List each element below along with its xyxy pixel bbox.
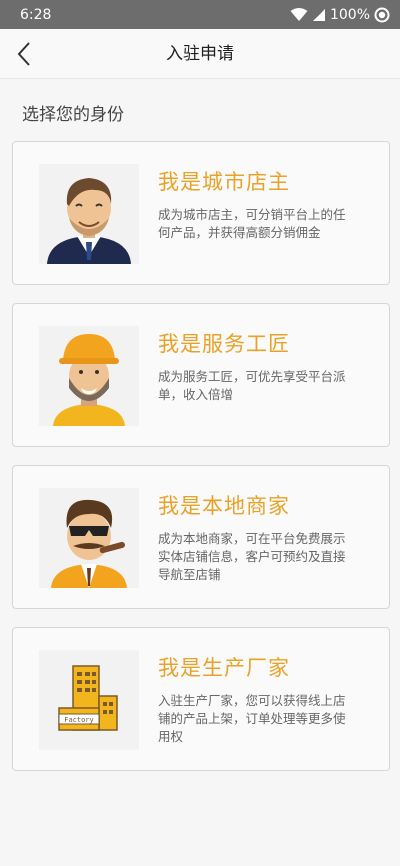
- status-bar: 6:28 100%: [0, 0, 400, 29]
- card-title: 我是生产厂家: [158, 656, 290, 680]
- identity-card-shop-owner[interactable]: 我是城市店主 成为城市店主，可分销平台上的任何产品，并获得高额分销佣金: [12, 141, 390, 285]
- page-title: 入驻申请: [166, 44, 234, 64]
- battery-text: 100%: [329, 6, 370, 23]
- status-icons: 100%: [290, 7, 390, 23]
- card-description: 成为服务工匠，可优先享受平台派单，收入倍增: [158, 369, 346, 402]
- wifi-icon: [290, 7, 308, 21]
- signal-icon: [312, 8, 325, 21]
- factory-icon: Factory: [39, 650, 139, 750]
- card-title: 我是服务工匠: [158, 332, 290, 356]
- factory-sign-text: Factory: [64, 716, 94, 724]
- card-description: 成为本地商家，可在平台免费展示实体店铺信息，客户可预约及直接导航至店铺: [158, 531, 346, 582]
- craftsman-avatar: [39, 326, 139, 426]
- section-subtitle: 选择您的身份: [22, 105, 124, 125]
- shop-owner-avatar: [39, 164, 139, 264]
- identity-card-craftsman[interactable]: 我是服务工匠 成为服务工匠，可优先享受平台派单，收入倍增: [12, 303, 390, 447]
- card-title: 我是城市店主: [158, 170, 290, 194]
- status-time: 6:28: [20, 6, 52, 23]
- identity-card-factory[interactable]: Factory 我是生产厂家 入驻生产厂家，您可以获得线上店铺的产品上架，订单处…: [12, 627, 390, 771]
- card-description: 入驻生产厂家，您可以获得线上店铺的产品上架，订单处理等更多使用权: [158, 693, 346, 744]
- identity-card-merchant[interactable]: 我是本地商家 成为本地商家，可在平台免费展示实体店铺信息，客户可预约及直接导航至…: [12, 465, 390, 609]
- card-title: 我是本地商家: [158, 494, 290, 518]
- nav-bar: 入驻申请: [0, 29, 400, 79]
- battery-icon: [374, 7, 390, 22]
- card-description: 成为城市店主，可分销平台上的任何产品，并获得高额分销佣金: [158, 207, 346, 240]
- merchant-avatar: [39, 488, 139, 588]
